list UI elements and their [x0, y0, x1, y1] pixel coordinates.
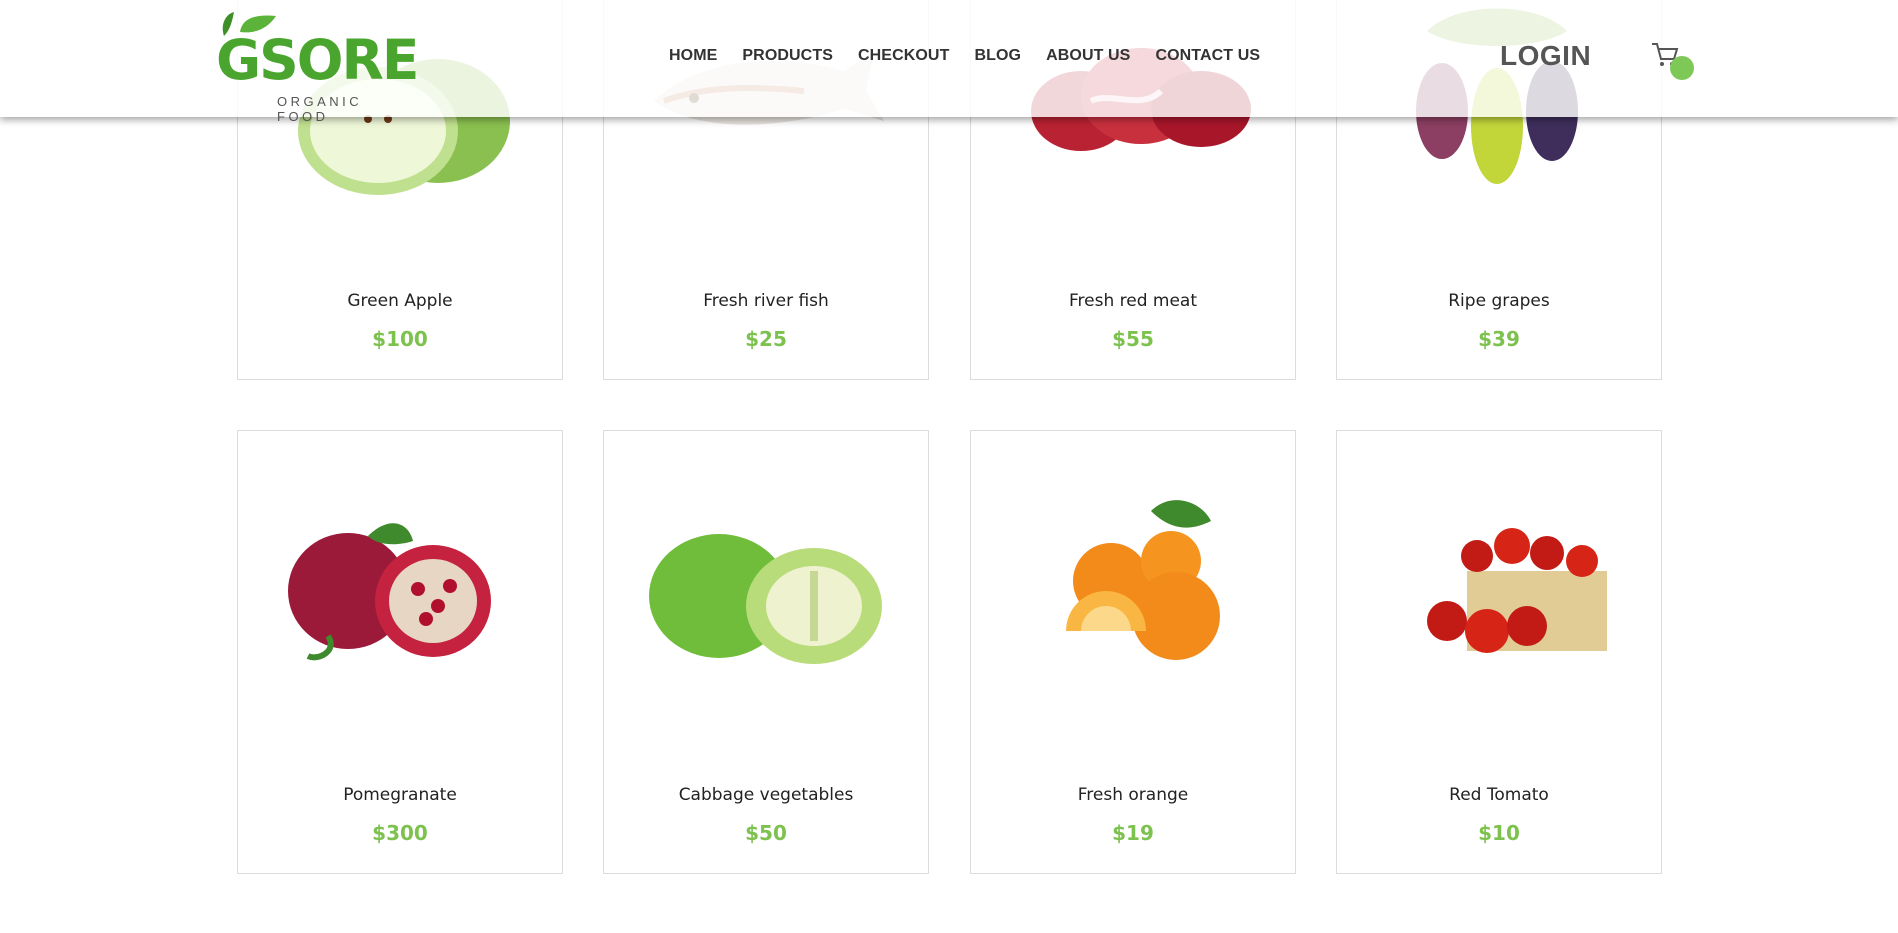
tomato-image [1337, 461, 1663, 701]
nav-home[interactable]: HOME [669, 47, 717, 65]
product-price: $100 [372, 327, 428, 351]
nav-checkout[interactable]: CHECKOUT [858, 47, 949, 65]
product-card[interactable]: Fresh orange $19 [970, 430, 1296, 874]
cabbage-image [604, 461, 930, 701]
site-header: GSORE ORGANIC FOOD HOME PRODUCTS CHECKOU… [0, 0, 1898, 124]
pomegranate-image [238, 461, 564, 701]
nav-blog[interactable]: BLOG [974, 47, 1021, 65]
product-name[interactable]: Cabbage vegetables [604, 785, 928, 805]
product-price: $55 [1112, 327, 1154, 351]
product-name[interactable]: Pomegranate [238, 785, 562, 805]
product-name[interactable]: Fresh river fish [604, 291, 928, 311]
product-card[interactable]: Pomegranate $300 [237, 430, 563, 874]
product-name[interactable]: Fresh orange [971, 785, 1295, 805]
nav-contact-us[interactable]: CONTACT US [1155, 47, 1260, 65]
product-name[interactable]: Green Apple [238, 291, 562, 311]
product-card[interactable]: Cabbage vegetables $50 [603, 430, 929, 874]
nav-about-us[interactable]: ABOUT US [1046, 47, 1130, 65]
product-name[interactable]: Fresh red meat [971, 291, 1295, 311]
brand-name: GSORE [216, 28, 419, 92]
product-price: $50 [745, 821, 787, 845]
brand-logo[interactable]: GSORE ORGANIC FOOD [216, 8, 419, 124]
main-nav: HOME PRODUCTS CHECKOUT BLOG ABOUT US CON… [669, 47, 1285, 65]
product-name[interactable]: Ripe grapes [1337, 291, 1661, 311]
brand-tagline: ORGANIC FOOD [277, 94, 363, 124]
cart-badge [1670, 56, 1694, 80]
orange-image [971, 461, 1297, 701]
login-button[interactable]: LOGIN [1500, 40, 1591, 72]
product-price: $10 [1478, 821, 1520, 845]
product-price: $300 [372, 821, 428, 845]
cart-button[interactable] [1650, 40, 1700, 84]
product-price: $19 [1112, 821, 1154, 845]
nav-products[interactable]: PRODUCTS [742, 47, 833, 65]
product-price: $39 [1478, 327, 1520, 351]
product-card[interactable]: Red Tomato $10 [1336, 430, 1662, 874]
product-price: $25 [745, 327, 787, 351]
product-name[interactable]: Red Tomato [1337, 785, 1661, 805]
